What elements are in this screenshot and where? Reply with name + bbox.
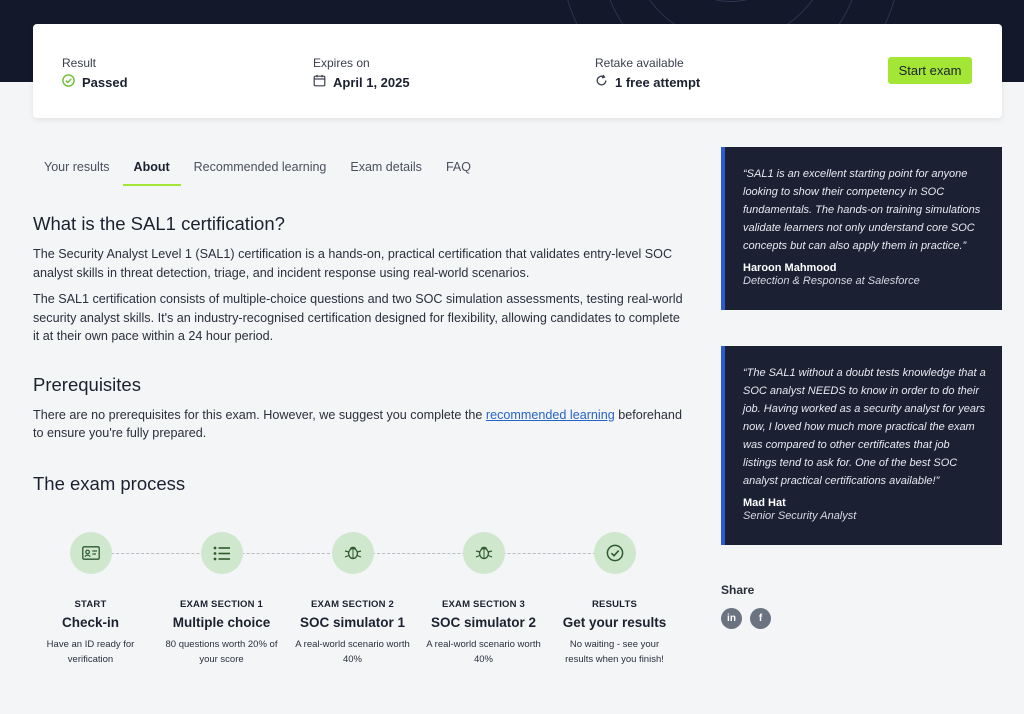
id-card-icon — [69, 532, 112, 574]
step-description: No waiting - see your results when you f… — [565, 639, 664, 665]
step-multiple-choice: EXAM SECTION 1 Multiple choice 80 questi… — [156, 530, 287, 667]
step-title: SOC simulator 1 — [299, 615, 406, 630]
testimonial-card: “The SAL1 without a doubt tests knowledg… — [721, 346, 1002, 545]
start-exam-button[interactable]: Start exam — [888, 57, 972, 84]
result-value-text: Passed — [82, 74, 128, 90]
tab-about[interactable]: About — [122, 150, 181, 186]
result-summary: Result Passed — [62, 56, 128, 90]
result-value: Passed — [62, 74, 128, 90]
content-tabs: Your results About Recommended learning … — [33, 150, 484, 186]
expires-value: April 1, 2025 — [313, 74, 410, 90]
step-description: 80 questions worth 20% of your score — [165, 639, 278, 665]
bug-icon — [462, 532, 505, 574]
retake-value-text: 1 free attempt — [615, 74, 701, 90]
step-title: Multiple choice — [172, 615, 271, 630]
tab-faq[interactable]: FAQ — [435, 150, 482, 184]
step-kicker: RESULTS — [591, 599, 638, 610]
facebook-icon[interactable]: f — [750, 608, 771, 629]
testimonial-quote: “The SAL1 without a doubt tests knowledg… — [743, 367, 986, 487]
testimonial-role: Detection & Response at Salesforce — [743, 275, 920, 287]
share-icons: in f — [721, 608, 771, 629]
retake-summary: Retake available 1 free attempt — [595, 56, 700, 90]
step-title: Get your results — [562, 615, 667, 630]
step-kicker: EXAM SECTION 1 — [179, 599, 264, 610]
exam-process-heading: The exam process — [33, 472, 186, 494]
about-paragraph-1: The Security Analyst Level 1 (SAL1) cert… — [33, 247, 673, 280]
testimonial-author: Haroon Mahmood — [743, 262, 837, 274]
check-circle-icon — [62, 74, 75, 90]
exam-summary-card: Result Passed Expires on April 1, 2025 R… — [33, 24, 1002, 118]
step-kicker: EXAM SECTION 3 — [441, 599, 526, 610]
step-title: SOC simulator 2 — [430, 615, 537, 630]
step-check-in: START Check-in Have an ID ready for veri… — [25, 530, 156, 667]
step-description: A real-world scenario worth 40% — [295, 639, 410, 665]
calendar-icon — [313, 74, 326, 90]
step-kicker: EXAM SECTION 2 — [310, 599, 395, 610]
testimonial-quote: “SAL1 is an excellent starting point for… — [743, 168, 981, 252]
refresh-icon — [595, 74, 608, 90]
step-description: A real-world scenario worth 40% — [426, 639, 541, 665]
expires-value-text: April 1, 2025 — [333, 74, 410, 90]
step-soc-simulator-1: EXAM SECTION 2 SOC simulator 1 A real-wo… — [287, 530, 418, 667]
bug-icon — [331, 532, 374, 574]
step-description: Have an ID ready for verification — [46, 639, 135, 665]
testimonial-author: Mad Hat — [743, 497, 786, 509]
check-circle-icon — [593, 532, 636, 574]
list-icon — [200, 532, 243, 574]
retake-value: 1 free attempt — [595, 74, 700, 90]
expires-label: Expires on — [313, 56, 370, 70]
result-label: Result — [62, 56, 97, 70]
prerequisites-text: There are no prerequisites for this exam… — [33, 406, 683, 443]
step-get-results: RESULTS Get your results No waiting - se… — [549, 530, 680, 667]
step-soc-simulator-2: EXAM SECTION 3 SOC simulator 2 A real-wo… — [418, 530, 549, 667]
recommended-learning-link[interactable]: recommended learning — [486, 408, 615, 422]
testimonial-role: Senior Security Analyst — [743, 510, 857, 522]
exam-process-steps: START Check-in Have an ID ready for veri… — [33, 530, 683, 680]
retake-label: Retake available — [595, 56, 684, 70]
share-label: Share — [721, 583, 755, 597]
about-heading: What is the SAL1 certification? — [33, 213, 285, 234]
prerequisites-heading: Prerequisites — [33, 373, 141, 395]
step-kicker: START — [74, 599, 107, 610]
expiry-summary: Expires on April 1, 2025 — [313, 56, 410, 90]
step-title: Check-in — [61, 615, 119, 630]
prereq-text-before: There are no prerequisites for this exam… — [33, 407, 486, 422]
tab-recommended-learning[interactable]: Recommended learning — [183, 150, 338, 184]
testimonial-card: “SAL1 is an excellent starting point for… — [721, 147, 1002, 310]
about-content: What is the SAL1 certification? The Secu… — [33, 213, 683, 505]
tab-exam-details[interactable]: Exam details — [339, 150, 433, 184]
tab-your-results[interactable]: Your results — [33, 150, 121, 184]
linkedin-icon[interactable]: in — [721, 608, 742, 629]
about-paragraph-2: The SAL1 certification consists of multi… — [33, 292, 683, 343]
